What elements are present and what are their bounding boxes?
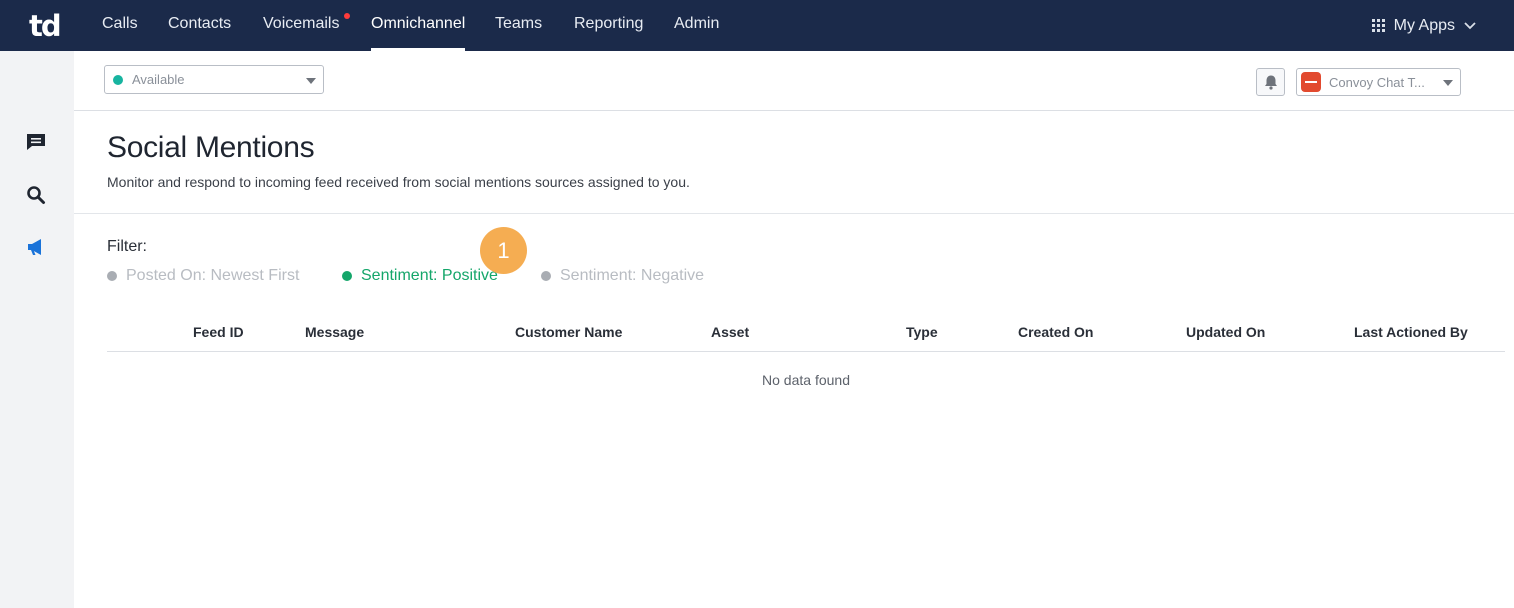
chat-inbox-select[interactable]: Convoy Chat T... xyxy=(1296,68,1461,96)
app-logo[interactable]: td xyxy=(29,9,62,43)
convoy-logo-icon xyxy=(1301,72,1321,92)
my-apps-menu[interactable]: My Apps xyxy=(1371,0,1476,51)
column-feed-id[interactable]: Feed ID xyxy=(193,324,244,340)
column-last-actioned-by[interactable]: Last Actioned By xyxy=(1354,324,1468,340)
chat-inbox-value: Convoy Chat T... xyxy=(1329,75,1425,90)
filter-option-label: Sentiment: Positive xyxy=(361,267,498,284)
step-badge: 1 xyxy=(480,227,527,274)
voicemail-notification-dot xyxy=(344,13,350,19)
column-updated-on[interactable]: Updated On xyxy=(1186,324,1265,340)
page-title: Social Mentions xyxy=(107,131,315,164)
column-customer-name[interactable]: Customer Name xyxy=(515,324,622,340)
nav-omnichannel[interactable]: Omnichannel xyxy=(371,0,466,51)
bell-icon xyxy=(1265,75,1277,90)
filter-sentiment-positive[interactable]: Sentiment: Positive xyxy=(342,267,498,285)
column-type[interactable]: Type xyxy=(906,324,938,340)
filter-option-label: Sentiment: Negative xyxy=(560,267,705,284)
chat-icon[interactable] xyxy=(25,131,47,153)
page-subtitle: Monitor and respond to incoming feed rec… xyxy=(107,174,690,190)
empty-state-message: No data found xyxy=(762,372,850,388)
column-message[interactable]: Message xyxy=(305,324,364,340)
availability-status-dot xyxy=(113,75,123,85)
filter-label: Filter: xyxy=(107,238,147,255)
nav-teams[interactable]: Teams xyxy=(495,0,542,51)
filter-sentiment-negative[interactable]: Sentiment: Negative xyxy=(541,267,704,285)
dropdown-caret-icon xyxy=(1443,80,1453,86)
nav-calls[interactable]: Calls xyxy=(102,0,138,51)
filter-option-label: Posted On: Newest First xyxy=(126,267,300,284)
filter-posted-on[interactable]: Posted On: Newest First xyxy=(107,267,299,285)
dropdown-caret-icon xyxy=(306,78,316,84)
availability-value: Available xyxy=(132,72,185,87)
left-sidebar xyxy=(0,51,74,608)
nav-admin[interactable]: Admin xyxy=(674,0,719,51)
table-body: No data found xyxy=(107,352,1505,402)
nav-reporting[interactable]: Reporting xyxy=(574,0,643,51)
availability-select[interactable]: Available xyxy=(104,65,324,94)
notifications-button[interactable] xyxy=(1256,68,1285,96)
search-icon[interactable] xyxy=(25,184,47,206)
filter-dot xyxy=(342,271,352,281)
megaphone-icon[interactable] xyxy=(25,236,47,258)
nav-voicemails[interactable]: Voicemails xyxy=(263,0,339,51)
top-nav-bar: td Calls Contacts Voicemails Omnichannel… xyxy=(0,0,1514,51)
nav-contacts[interactable]: Contacts xyxy=(168,0,231,51)
chevron-down-icon xyxy=(1464,21,1476,29)
header-divider xyxy=(74,213,1514,214)
my-apps-label: My Apps xyxy=(1393,16,1455,34)
status-bar: Available Convoy Chat T... xyxy=(74,51,1514,111)
filter-dot xyxy=(107,271,117,281)
column-created-on[interactable]: Created On xyxy=(1018,324,1093,340)
column-asset[interactable]: Asset xyxy=(711,324,749,340)
filter-dot xyxy=(541,271,551,281)
apps-grid-icon xyxy=(1371,19,1385,32)
